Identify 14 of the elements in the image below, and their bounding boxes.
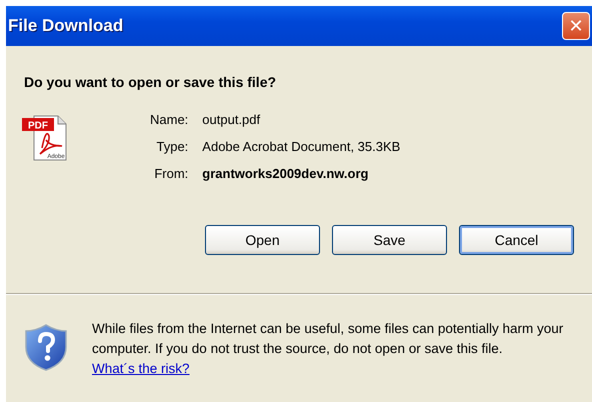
question-text: Do you want to open or save this file? [24,74,278,90]
field-label: Name: [150,112,188,127]
field-value: grantworks2009dev.nw.org [202,166,370,181]
open-button[interactable]: Open [205,225,320,255]
field-value: output.pdf [202,112,262,127]
field-label: Type: [156,139,188,154]
security-shield-icon [24,323,68,371]
save-button[interactable]: Save [332,225,447,255]
cancel-button[interactable]: Cancel [459,225,574,255]
window-title: File Download [8,16,124,36]
field-value: Adobe Acrobat Document, 35.3KB [202,139,400,154]
field-label: From: [153,166,188,181]
warning-text: While files from the Internet can be useful, some files can potentially harm your computer. If you do not trust the source, do not open or save this file. What´s the risk? [92,320,564,378]
risk-link[interactable]: What´s the risk? [92,361,190,376]
